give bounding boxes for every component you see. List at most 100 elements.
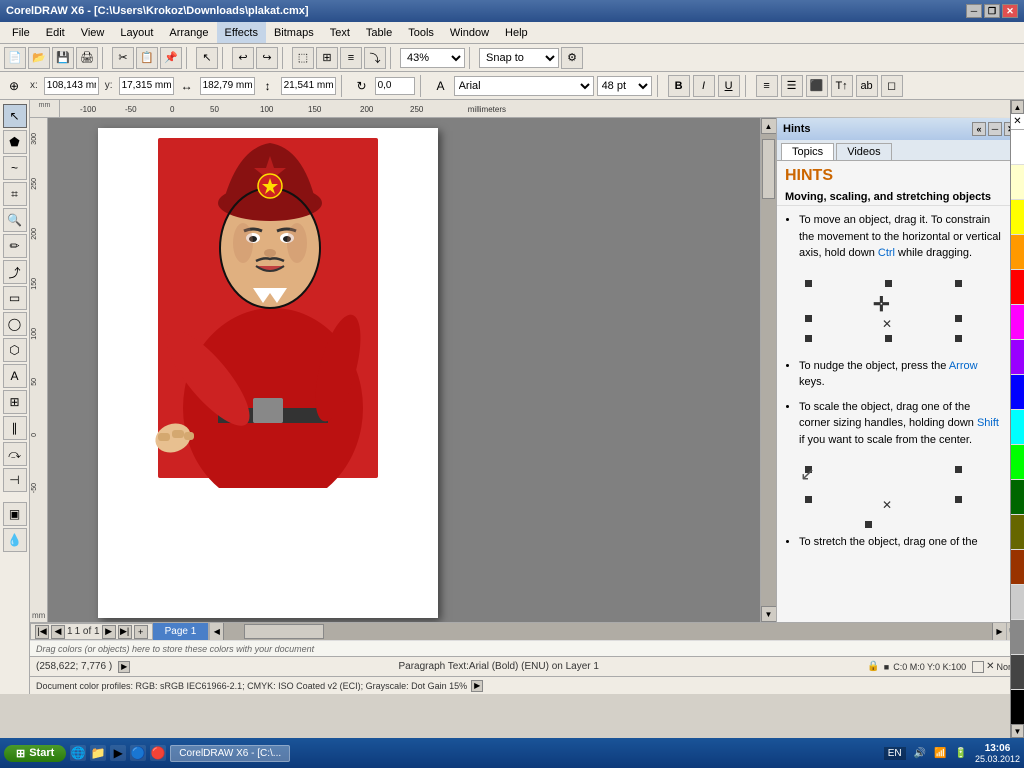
minimize-button[interactable]: ─: [966, 4, 982, 18]
tab-topics[interactable]: Topics: [781, 143, 834, 160]
menu-arrange[interactable]: Arrange: [161, 22, 216, 43]
color-light-gray[interactable]: [1011, 585, 1024, 620]
scroll-thumb[interactable]: [762, 139, 775, 199]
cut-button[interactable]: ✂: [112, 47, 134, 69]
color-profile-expand[interactable]: ▶: [471, 680, 483, 692]
transform-button[interactable]: ⊞: [316, 47, 338, 69]
color-eyedropper-tool[interactable]: 💧: [3, 528, 27, 552]
bullet-button[interactable]: ☰: [781, 75, 803, 97]
bold-button[interactable]: B: [668, 75, 690, 97]
color-olive[interactable]: [1011, 515, 1024, 550]
ie-icon[interactable]: 🌐: [70, 745, 86, 761]
color-violet[interactable]: [1011, 340, 1024, 375]
size-combo[interactable]: 48 pt: [597, 76, 652, 96]
new-button[interactable]: 📄: [4, 47, 26, 69]
menu-window[interactable]: Window: [442, 22, 497, 43]
ellipse-tool[interactable]: ◯: [3, 312, 27, 336]
undo-button[interactable]: ↩: [232, 47, 254, 69]
redo-button[interactable]: ↪: [256, 47, 278, 69]
color-black[interactable]: [1011, 690, 1024, 724]
color-white[interactable]: [1011, 130, 1024, 165]
palette-scroll-up[interactable]: ▲: [1011, 100, 1024, 114]
measure-tool[interactable]: ⊣: [3, 468, 27, 492]
color-yellow[interactable]: [1011, 200, 1024, 235]
connector-tool[interactable]: ⤼: [3, 442, 27, 466]
menu-file[interactable]: File: [4, 22, 38, 43]
scroll-up-button[interactable]: ▲: [761, 118, 777, 134]
media-icon[interactable]: ▶: [110, 745, 126, 761]
parallel-tool[interactable]: ∥: [3, 416, 27, 440]
scroll-down-button[interactable]: ▼: [761, 606, 777, 622]
prev-page-button[interactable]: ◀: [51, 625, 65, 639]
color-orange[interactable]: [1011, 235, 1024, 270]
palette-scroll-down[interactable]: ▼: [1011, 724, 1024, 738]
volume-icon[interactable]: 🔊: [914, 748, 926, 759]
close-button[interactable]: ✕: [1002, 4, 1018, 18]
text-options-button[interactable]: ab: [856, 75, 878, 97]
select-tool[interactable]: ↖: [3, 104, 27, 128]
import-button[interactable]: ⤵: [364, 47, 386, 69]
add-page-button[interactable]: +: [134, 625, 148, 639]
cursor-button[interactable]: ↖: [196, 47, 218, 69]
h-scroll-left[interactable]: ◀: [210, 623, 224, 640]
shape-tool[interactable]: ⬟: [3, 130, 27, 154]
h-scroll-right[interactable]: ▶: [992, 623, 1006, 640]
hints-expand-button[interactable]: «: [972, 122, 986, 136]
x-input[interactable]: [44, 77, 99, 95]
last-page-button[interactable]: ▶|: [118, 625, 132, 639]
scroll-track[interactable]: [761, 134, 776, 606]
menu-edit[interactable]: Edit: [38, 22, 73, 43]
fill-tool[interactable]: ▣: [3, 502, 27, 526]
expand-coords-button[interactable]: ▶: [118, 661, 130, 673]
rotate-input[interactable]: [375, 77, 415, 95]
menu-text[interactable]: Text: [322, 22, 358, 43]
smart-draw-tool[interactable]: ⤴: [3, 260, 27, 284]
crop-tool[interactable]: ⌗: [3, 182, 27, 206]
lang-indicator[interactable]: EN: [884, 747, 906, 760]
align-left-button[interactable]: ≡: [756, 75, 778, 97]
color-dark-gray[interactable]: [1011, 655, 1024, 690]
font-combo[interactable]: Arial: [454, 76, 594, 96]
snap-settings-button[interactable]: ⚙: [561, 47, 583, 69]
menu-tools[interactable]: Tools: [400, 22, 442, 43]
network-icon[interactable]: 📶: [934, 748, 946, 759]
canvas-scroll[interactable]: ↕ А ты уже установил НОВЫЙ CorelDRAW X6?…: [48, 118, 776, 622]
y-input[interactable]: [119, 77, 174, 95]
color-light-yellow[interactable]: [1011, 165, 1024, 200]
height-input[interactable]: [281, 77, 336, 95]
color-green[interactable]: [1011, 445, 1024, 480]
smear-tool[interactable]: ~: [3, 156, 27, 180]
app1-icon[interactable]: 🔵: [130, 745, 146, 761]
caps-button[interactable]: ◻: [881, 75, 903, 97]
copy-button[interactable]: 📋: [136, 47, 158, 69]
vertical-scrollbar[interactable]: ▲ ▼: [760, 118, 776, 622]
tab-videos[interactable]: Videos: [836, 143, 891, 160]
freehand-tool[interactable]: ✏: [3, 234, 27, 258]
first-page-button[interactable]: |◀: [35, 625, 49, 639]
page-tab[interactable]: Page 1: [153, 623, 210, 640]
palette-none[interactable]: ✕: [1011, 114, 1024, 130]
folder-icon[interactable]: 📁: [90, 745, 106, 761]
text-format-button[interactable]: T↑: [831, 75, 853, 97]
paste-button[interactable]: 📌: [160, 47, 182, 69]
color-red[interactable]: [1011, 270, 1024, 305]
h-scroll-track[interactable]: [224, 623, 992, 640]
taskbar-coreldraw[interactable]: CorelDRAW X6 - [C:\...: [170, 745, 290, 762]
snap-combo[interactable]: Snap to: [479, 48, 559, 68]
color-brown[interactable]: [1011, 550, 1024, 585]
italic-button[interactable]: I: [693, 75, 715, 97]
rectangle-tool[interactable]: ▭: [3, 286, 27, 310]
zoom-tool[interactable]: 🔍: [3, 208, 27, 232]
indent-button[interactable]: ⬛: [806, 75, 828, 97]
align-button[interactable]: ≡: [340, 47, 362, 69]
open-button[interactable]: 📂: [28, 47, 50, 69]
restore-button[interactable]: ❒: [984, 4, 1000, 18]
color-blue[interactable]: [1011, 375, 1024, 410]
app2-icon[interactable]: 🔴: [150, 745, 166, 761]
menu-effects[interactable]: Effects: [217, 22, 266, 43]
select-button[interactable]: ⬚: [292, 47, 314, 69]
menu-bitmaps[interactable]: Bitmaps: [266, 22, 322, 43]
table-tool[interactable]: ⊞: [3, 390, 27, 414]
polygon-tool[interactable]: ⬡: [3, 338, 27, 362]
hints-minimize-button[interactable]: ─: [988, 122, 1002, 136]
